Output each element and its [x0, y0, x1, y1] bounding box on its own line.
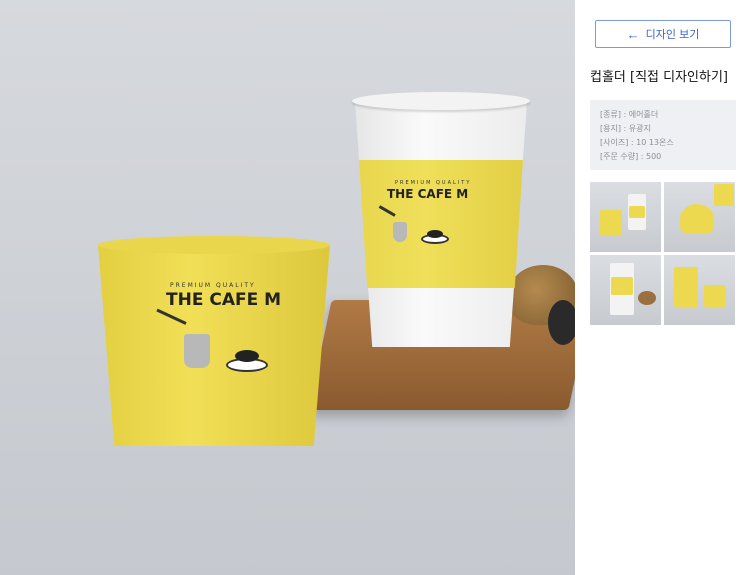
- info-paper: [용지] : 유광지: [600, 124, 651, 133]
- short-cup: PREMIUM QUALITY THE CAFE M: [98, 236, 330, 446]
- thumbnail-3[interactable]: [590, 255, 661, 325]
- coffee-capsule: [548, 300, 575, 345]
- view-design-button[interactable]: ← 디자인 보기: [595, 20, 731, 48]
- thumbnail-gallery: [590, 182, 736, 325]
- coffee-pot-icon: [184, 334, 210, 368]
- info-quantity: [주문 수량] : 500: [600, 152, 662, 161]
- product-main-image: PREMIUM QUALITY THE CAFE M PREMIUM QUALI…: [0, 0, 575, 575]
- tall-cup: PREMIUM QUALITY THE CAFE M: [352, 92, 530, 347]
- product-title: 컵홀더 [직접 디자인하기]: [590, 70, 729, 85]
- thumbnail-2[interactable]: [664, 182, 735, 252]
- short-cup-tagline: PREMIUM QUALITY: [170, 282, 256, 289]
- thumbnail-1[interactable]: [590, 182, 661, 252]
- thumbnail-4[interactable]: [664, 255, 735, 325]
- info-size: [사이즈] : 10 13온스: [600, 138, 674, 147]
- short-cup-brand: THE CAFE M: [166, 290, 282, 310]
- info-type: [종류] : 에어홀더: [600, 110, 659, 119]
- arrow-left-icon: ←: [626, 26, 640, 42]
- view-design-label: 디자인 보기: [645, 29, 700, 41]
- product-info-box: [종류] : 에어홀더 [용지] : 유광지 [사이즈] : 10 13온스 […: [590, 100, 736, 170]
- tall-cup-tagline: PREMIUM QUALITY: [395, 180, 472, 186]
- tall-cup-brand: THE CAFE M: [387, 187, 469, 201]
- product-panel: ← 디자인 보기 컵홀더 [직접 디자인하기] [종류] : 에어홀더 [용지]…: [575, 0, 750, 575]
- page: PREMIUM QUALITY THE CAFE M PREMIUM QUALI…: [0, 0, 750, 575]
- coffee-pot-icon: [393, 222, 407, 242]
